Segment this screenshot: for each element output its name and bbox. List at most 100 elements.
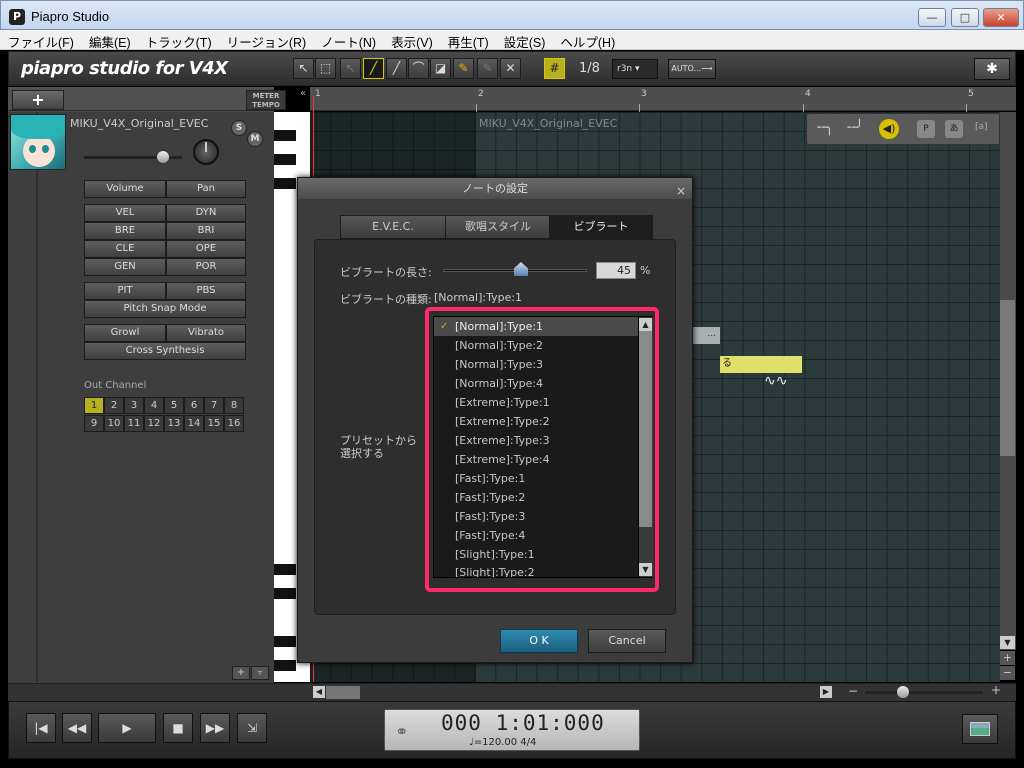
- phoneme-icon[interactable]: [a]: [975, 122, 988, 132]
- track-name[interactable]: MIKU_V4X_Original_EVEC: [70, 117, 208, 130]
- channel-button[interactable]: 3: [124, 397, 144, 414]
- mute-button[interactable]: M: [247, 131, 263, 147]
- vel-param-button[interactable]: VEL: [84, 204, 166, 222]
- channel-button[interactable]: 5: [164, 397, 184, 414]
- maximize-button[interactable]: □: [951, 8, 979, 27]
- channel-button[interactable]: 13: [164, 415, 184, 432]
- zoom-in-icon[interactable]: +: [991, 683, 1001, 697]
- channel-button[interactable]: 2: [104, 397, 124, 414]
- zoom-out-icon[interactable]: −: [848, 684, 858, 698]
- channel-button[interactable]: 6: [184, 397, 204, 414]
- minimize-button[interactable]: —: [918, 8, 946, 27]
- scroll-left-button[interactable]: ◀: [313, 686, 325, 698]
- vertical-zoom-out-button[interactable]: −: [1000, 666, 1015, 680]
- disabled-pen-icon[interactable]: ✎: [477, 58, 498, 79]
- gen-param-button[interactable]: GEN: [84, 258, 166, 276]
- disabled-pointer-icon[interactable]: ↖: [340, 58, 361, 79]
- channel-button[interactable]: 14: [184, 415, 204, 432]
- por-param-button[interactable]: POR: [166, 258, 246, 276]
- play-button[interactable]: ▶: [98, 713, 156, 743]
- link-icon[interactable]: ⚭: [395, 722, 408, 741]
- settings-gear-icon[interactable]: ✱: [974, 58, 1010, 80]
- cancel-button[interactable]: Cancel: [588, 629, 666, 653]
- loop-button[interactable]: ⇲: [237, 713, 267, 743]
- ok-button[interactable]: O K: [500, 629, 578, 653]
- stop-button[interactable]: ■: [163, 713, 193, 743]
- growl-button[interactable]: Growl: [84, 324, 166, 342]
- note-property-icon[interactable]: P: [917, 120, 935, 138]
- ruler-collapse-icon[interactable]: «: [300, 88, 306, 99]
- solo-button[interactable]: S: [231, 120, 247, 136]
- cle-param-button[interactable]: CLE: [84, 240, 166, 258]
- speaker-icon[interactable]: ◀): [879, 119, 899, 139]
- menu-playback[interactable]: 再生(T): [440, 30, 496, 51]
- snap-grid-icon[interactable]: #: [544, 58, 565, 79]
- menu-help[interactable]: ヘルプ(H): [552, 30, 622, 51]
- tab-vibrato[interactable]: ビブラート: [549, 215, 653, 239]
- menu-note[interactable]: ノート(N): [313, 30, 383, 51]
- pencil-tool-icon[interactable]: ✎: [453, 58, 474, 79]
- volume-param-button[interactable]: Volume: [84, 180, 166, 198]
- tab-singing-style[interactable]: 歌唱スタイル: [445, 215, 551, 239]
- scroll-right-button[interactable]: ▶: [820, 686, 832, 698]
- scroll-down-button[interactable]: ▼: [1000, 636, 1015, 649]
- singer-avatar[interactable]: [10, 114, 66, 170]
- menu-track[interactable]: トラック(T): [138, 30, 219, 51]
- eraser-tool-icon[interactable]: ◪: [430, 58, 451, 79]
- track-options-button[interactable]: ▿: [251, 666, 269, 680]
- channel-button[interactable]: 10: [104, 415, 124, 432]
- rewind-to-start-button[interactable]: |◀: [26, 713, 56, 743]
- menu-edit[interactable]: 編集(E): [81, 30, 138, 51]
- pan-param-button[interactable]: Pan: [166, 180, 246, 198]
- horizontal-zoom-knob[interactable]: [897, 686, 909, 698]
- bre-param-button[interactable]: BRE: [84, 222, 166, 240]
- rewind-button[interactable]: ◀◀: [62, 713, 92, 743]
- track-add-small-button[interactable]: +: [232, 666, 250, 680]
- ope-param-button[interactable]: OPE: [166, 240, 246, 258]
- timeline-ruler[interactable]: [310, 87, 1016, 111]
- tab-evec[interactable]: E.V.E.C.: [340, 215, 446, 239]
- add-track-button[interactable]: +: [12, 90, 64, 110]
- menu-region[interactable]: リージョン(R): [219, 30, 314, 51]
- channel-button[interactable]: 8: [224, 397, 244, 414]
- vertical-zoom-in-button[interactable]: +: [1000, 651, 1015, 665]
- close-button[interactable]: ✕: [983, 8, 1019, 27]
- vibrato-length-input[interactable]: 45: [596, 262, 636, 279]
- channel-button[interactable]: 7: [204, 397, 224, 414]
- volume-slider-knob[interactable]: [156, 150, 170, 164]
- curve-tool-icon[interactable]: ⌒: [408, 58, 429, 79]
- snap-mode-dropdown[interactable]: r3n ▾: [612, 59, 658, 79]
- pitch-snap-mode-button[interactable]: Pitch Snap Mode: [84, 300, 246, 318]
- pan-knob[interactable]: [193, 139, 219, 165]
- note-block[interactable]: ...: [692, 327, 720, 344]
- channel-button[interactable]: 11: [124, 415, 144, 432]
- horizontal-zoom-slider[interactable]: [865, 691, 983, 694]
- menu-file[interactable]: ファイル(F): [0, 30, 81, 51]
- cross-synthesis-button[interactable]: Cross Synthesis: [84, 342, 246, 360]
- bri-param-button[interactable]: BRI: [166, 222, 246, 240]
- screen-view-icon[interactable]: [962, 714, 998, 744]
- channel-button[interactable]: 1: [84, 397, 104, 414]
- channel-button[interactable]: 16: [224, 415, 244, 432]
- menu-settings[interactable]: 設定(S): [496, 30, 553, 51]
- channel-button[interactable]: 15: [204, 415, 224, 432]
- horizontal-scroll-thumb[interactable]: [326, 686, 360, 699]
- vibrato-button[interactable]: Vibrato: [166, 324, 246, 342]
- channel-button[interactable]: 12: [144, 415, 164, 432]
- pbs-param-button[interactable]: PBS: [166, 282, 246, 300]
- channel-button[interactable]: 9: [84, 415, 104, 432]
- fast-forward-button[interactable]: ▶▶: [200, 713, 230, 743]
- channel-button[interactable]: 4: [144, 397, 164, 414]
- note-block-selected[interactable]: る: [720, 356, 802, 373]
- vertical-scroll-thumb[interactable]: [1000, 300, 1015, 456]
- pencil-line-tool-icon[interactable]: ╱: [363, 58, 384, 79]
- mute-tool-icon[interactable]: ✕: [500, 58, 521, 79]
- pitch-curve-icon[interactable]: ╌╮: [817, 120, 834, 136]
- lyrics-icon[interactable]: あ: [945, 120, 963, 138]
- pit-param-button[interactable]: PIT: [84, 282, 166, 300]
- pitch-curve-alt-icon[interactable]: ╌╯: [847, 120, 864, 136]
- menu-view[interactable]: 表示(V): [383, 30, 440, 51]
- auto-button[interactable]: AUTO...⟶: [668, 59, 716, 79]
- dyn-param-button[interactable]: DYN: [166, 204, 246, 222]
- select-tool-icon[interactable]: ↖: [293, 58, 314, 79]
